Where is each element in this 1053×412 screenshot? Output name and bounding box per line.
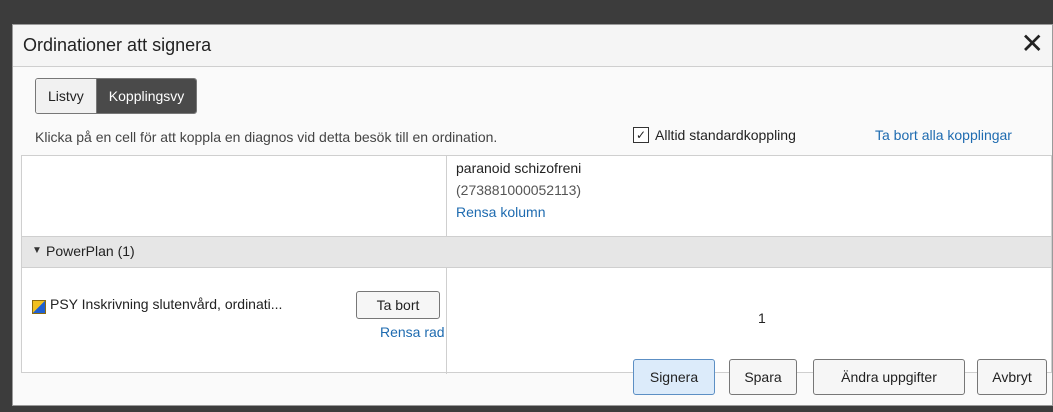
diagnosis-code: (273881000052113) [456,182,582,198]
chevron-down-icon[interactable]: ▼ [32,245,42,256]
always-standard-checkbox[interactable]: ✓ [633,127,649,143]
powerplan-icon [32,300,46,314]
group-label: PowerPlan (1) [46,243,135,259]
order-name: PSY Inskrivning slutenvård, ordinati... [50,296,283,312]
list-view-tab[interactable]: Listvy [36,79,97,113]
dialog-title: Ordinationer att signera [23,35,212,55]
diagnosis-name: paranoid schizofreni [456,160,582,176]
background-strip [0,0,1053,12]
clear-row-link[interactable]: Rensa rad [380,324,445,340]
close-icon[interactable]: ✕ [1021,29,1044,59]
group-row-powerplan[interactable]: ▼ PowerPlan (1) [22,236,1051,268]
column-divider [446,156,447,236]
dialog-titlebar: Ordinationer att signera ✕ [13,25,1052,67]
column-divider [446,268,447,374]
remove-all-links-link[interactable]: Ta bort alla kopplingar [875,127,1012,143]
always-standard-toggle[interactable]: ✓ Alltid standardkoppling [633,127,796,143]
link-cell[interactable]: 1 [758,310,766,326]
sign-button[interactable]: Signera [633,359,715,395]
remove-order-button[interactable]: Ta bort [356,291,440,319]
grid-header: paranoid schizofreni (273881000052113) R… [22,156,1051,236]
link-view-tab[interactable]: Kopplingsvy [96,79,197,113]
sign-orders-dialog: Ordinationer att signera ✕ Listvy Koppli… [12,24,1053,406]
cancel-button[interactable]: Avbryt [977,359,1047,395]
always-standard-label[interactable]: Alltid standardkoppling [655,127,796,143]
link-grid: paranoid schizofreni (273881000052113) R… [21,155,1052,374]
edit-details-button[interactable]: Ändra uppgifter [813,359,965,395]
instruction-text: Klicka på en cell för att koppla en diag… [35,129,498,145]
clear-column-link[interactable]: Rensa kolumn [456,204,546,220]
view-toggle: Listvy Kopplingsvy [35,78,198,114]
save-button[interactable]: Spara [729,359,797,395]
